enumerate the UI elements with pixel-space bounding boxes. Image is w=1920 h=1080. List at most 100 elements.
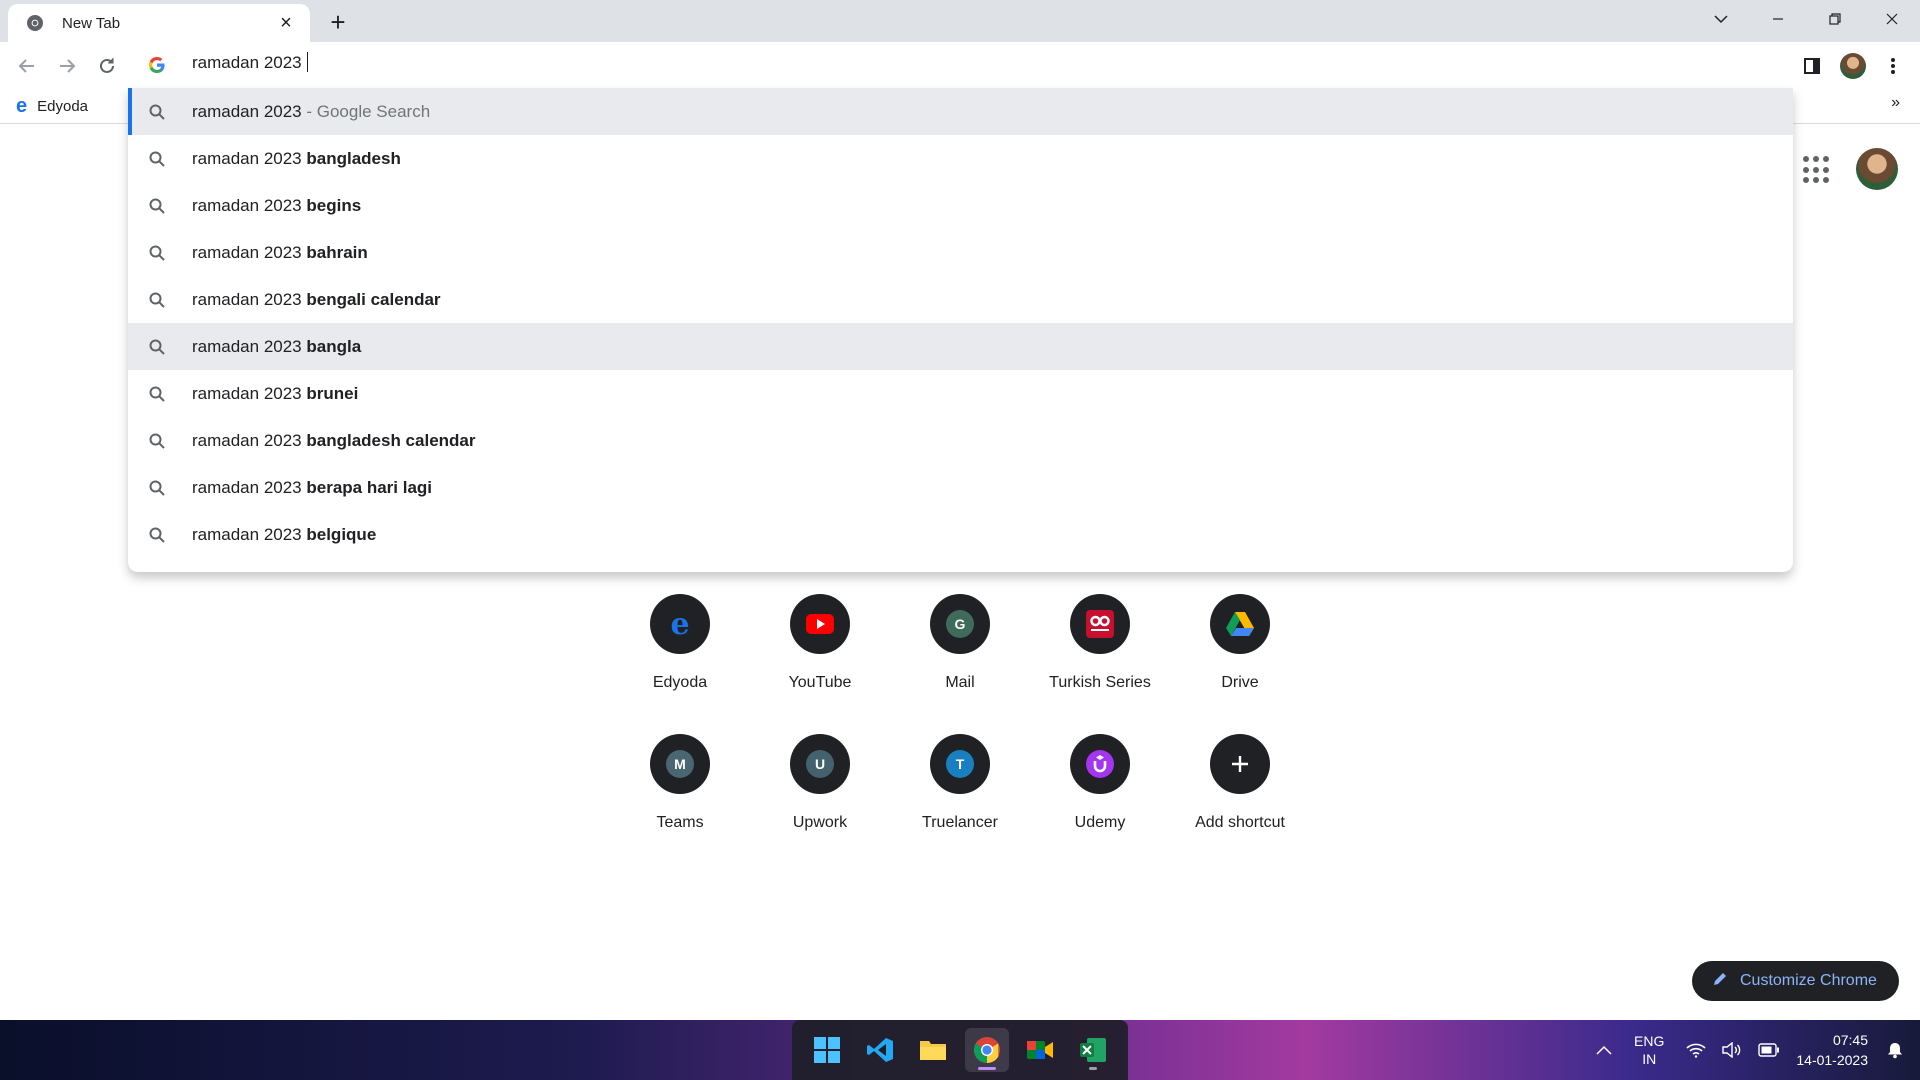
- suggestion-text: ramadan 2023 bahrain: [192, 242, 368, 262]
- clock[interactable]: 07:45 14-01-2023: [1796, 1030, 1868, 1070]
- omnibox-input-text: ramadan 2023: [192, 53, 302, 72]
- suggestion-text: ramadan 2023 bangladesh calendar: [192, 430, 476, 450]
- reload-icon[interactable]: [91, 50, 123, 82]
- forward-arrow-icon[interactable]: [51, 50, 83, 82]
- suggestion-text: ramadan 2023 bangla: [192, 336, 362, 356]
- chrome-taskbar-icon[interactable]: [964, 1028, 1009, 1072]
- shortcut-label: Upwork: [792, 814, 848, 831]
- shortcut-label: Edyoda: [652, 674, 708, 691]
- windows-start-icon[interactable]: [805, 1028, 849, 1072]
- clock-date: 14-01-2023: [1796, 1052, 1868, 1068]
- omnibox[interactable]: ramadan 2023: [128, 42, 1793, 88]
- volume-icon[interactable]: [1722, 1042, 1742, 1058]
- teams-letter-icon: M: [650, 734, 710, 794]
- suggestion-text: ramadan 2023 begins: [192, 195, 362, 215]
- suggestion-row[interactable]: ramadan 2023 brunei: [128, 370, 1793, 417]
- minimize-button[interactable]: [1749, 0, 1806, 38]
- shortcut-youtube[interactable]: YouTube: [764, 590, 876, 702]
- google-meet-icon[interactable]: [1018, 1028, 1062, 1072]
- tab-search-chevron-icon[interactable]: [1692, 0, 1749, 38]
- suggestion-subtext: - Google Search: [301, 101, 431, 121]
- omnibox-input[interactable]: ramadan 2023: [192, 52, 308, 73]
- menu-kebab-icon[interactable]: [1877, 50, 1909, 82]
- shortcut-edyoda[interactable]: e Edyoda: [624, 590, 736, 702]
- google-g-icon: [148, 56, 166, 74]
- search-icon: [148, 291, 166, 309]
- notification-bell-icon[interactable]: [1886, 1041, 1904, 1059]
- shortcut-label: Udemy: [1074, 814, 1126, 831]
- search-icon: [148, 150, 166, 168]
- suggestion-row[interactable]: ramadan 2023 belgique: [128, 511, 1793, 558]
- language-indicator[interactable]: ENG IN: [1634, 1032, 1664, 1068]
- selection-indicator: [128, 88, 132, 135]
- language-region: IN: [1642, 1051, 1657, 1067]
- windows-taskbar: ENG IN 07:45 14-01-2023: [0, 1020, 1920, 1080]
- search-icon: [148, 197, 166, 215]
- search-icon: [148, 479, 166, 497]
- shortcut-label: Mail: [945, 674, 975, 691]
- bookmarks-overflow-chevron-icon[interactable]: »: [1891, 94, 1900, 112]
- active-indicator: [977, 1067, 996, 1070]
- shortcut-udemy[interactable]: Udemy: [1044, 730, 1156, 842]
- tab-new-tab[interactable]: New Tab ×: [8, 4, 310, 42]
- suggestion-row[interactable]: ramadan 2023 bangladesh calendar: [128, 417, 1793, 464]
- shortcut-teams[interactable]: M Teams: [624, 730, 736, 842]
- shortcut-drive[interactable]: Drive: [1184, 590, 1296, 702]
- clock-time: 07:45: [1832, 1032, 1868, 1048]
- tab-title: New Tab: [62, 14, 121, 32]
- excel-icon[interactable]: [1071, 1028, 1115, 1072]
- shortcut-label: YouTube: [788, 674, 852, 691]
- shortcut-label: Truelancer: [922, 814, 998, 831]
- battery-icon[interactable]: [1758, 1043, 1780, 1057]
- youtube-icon: [790, 594, 850, 654]
- search-icon: [148, 103, 166, 121]
- add-shortcut-button[interactable]: Add shortcut: [1184, 730, 1296, 842]
- edyoda-icon: e: [16, 94, 28, 117]
- shortcut-label: Drive: [1221, 674, 1259, 691]
- suggestion-row[interactable]: ramadan 2023 begins: [128, 182, 1793, 229]
- shortcut-upwork[interactable]: U Upwork: [764, 730, 876, 842]
- search-icon: [148, 432, 166, 450]
- upwork-letter-icon: U: [790, 734, 850, 794]
- profile-avatar[interactable]: [1837, 50, 1869, 82]
- close-tab-icon[interactable]: ×: [274, 11, 298, 35]
- restore-button[interactable]: [1806, 0, 1863, 38]
- back-arrow-icon[interactable]: [11, 50, 43, 82]
- turkish-series-icon: [1070, 594, 1130, 654]
- suggestion-row[interactable]: ramadan 2023 bahrain: [128, 229, 1793, 276]
- google-apps-icon[interactable]: [1803, 156, 1831, 184]
- chrome-favicon-icon: [26, 14, 44, 32]
- suggestion-row[interactable]: ramadan 2023 bengali calendar: [128, 276, 1793, 323]
- suggestion-text: ramadan 2023 bengali calendar: [192, 289, 441, 309]
- suggestion-row[interactable]: ramadan 2023 bangladesh: [128, 135, 1793, 182]
- suggestion-row[interactable]: ramadan 2023 bangla: [128, 323, 1793, 370]
- shortcut-truelancer[interactable]: T Truelancer: [904, 730, 1016, 842]
- vscode-icon[interactable]: [858, 1028, 902, 1072]
- customize-chrome-button[interactable]: Customize Chrome: [1692, 961, 1899, 1001]
- udemy-icon: [1070, 734, 1130, 794]
- shortcut-turkish-series[interactable]: Turkish Series: [1044, 590, 1156, 702]
- search-icon: [148, 526, 166, 544]
- suggestion-text: ramadan 2023 brunei: [192, 383, 359, 403]
- search-icon: [148, 244, 166, 262]
- text-caret: [306, 52, 308, 72]
- chevron-up-icon[interactable]: [1596, 1045, 1612, 1055]
- suggestion-text: ramadan 2023 berapa hari lagi: [192, 477, 433, 497]
- suggestion-text: ramadan 2023 bangladesh: [192, 148, 401, 168]
- suggestion-row[interactable]: ramadan 2023 berapa hari lagi: [128, 464, 1793, 511]
- new-tab-button[interactable]: +: [324, 7, 352, 37]
- side-panel-icon[interactable]: [1796, 50, 1828, 82]
- shortcut-mail[interactable]: G Mail: [904, 590, 1016, 702]
- ntp-account-avatar[interactable]: [1856, 148, 1898, 190]
- customize-chrome-label: Customize Chrome: [1740, 972, 1877, 989]
- system-tray: ENG IN 07:45 14-01-2023: [1588, 1020, 1920, 1080]
- drive-icon: [1210, 594, 1270, 654]
- wifi-icon[interactable]: [1686, 1042, 1706, 1058]
- suggestion-row[interactable]: ramadan 2023 - Google Search: [128, 88, 1793, 135]
- close-window-button[interactable]: [1863, 0, 1920, 38]
- bookmark-label: Edyoda: [37, 97, 88, 115]
- search-icon: [148, 338, 166, 356]
- file-explorer-icon[interactable]: [911, 1028, 955, 1072]
- bookmark-edyoda[interactable]: e Edyoda: [16, 94, 88, 118]
- shortcut-label: Turkish Series: [1049, 674, 1151, 691]
